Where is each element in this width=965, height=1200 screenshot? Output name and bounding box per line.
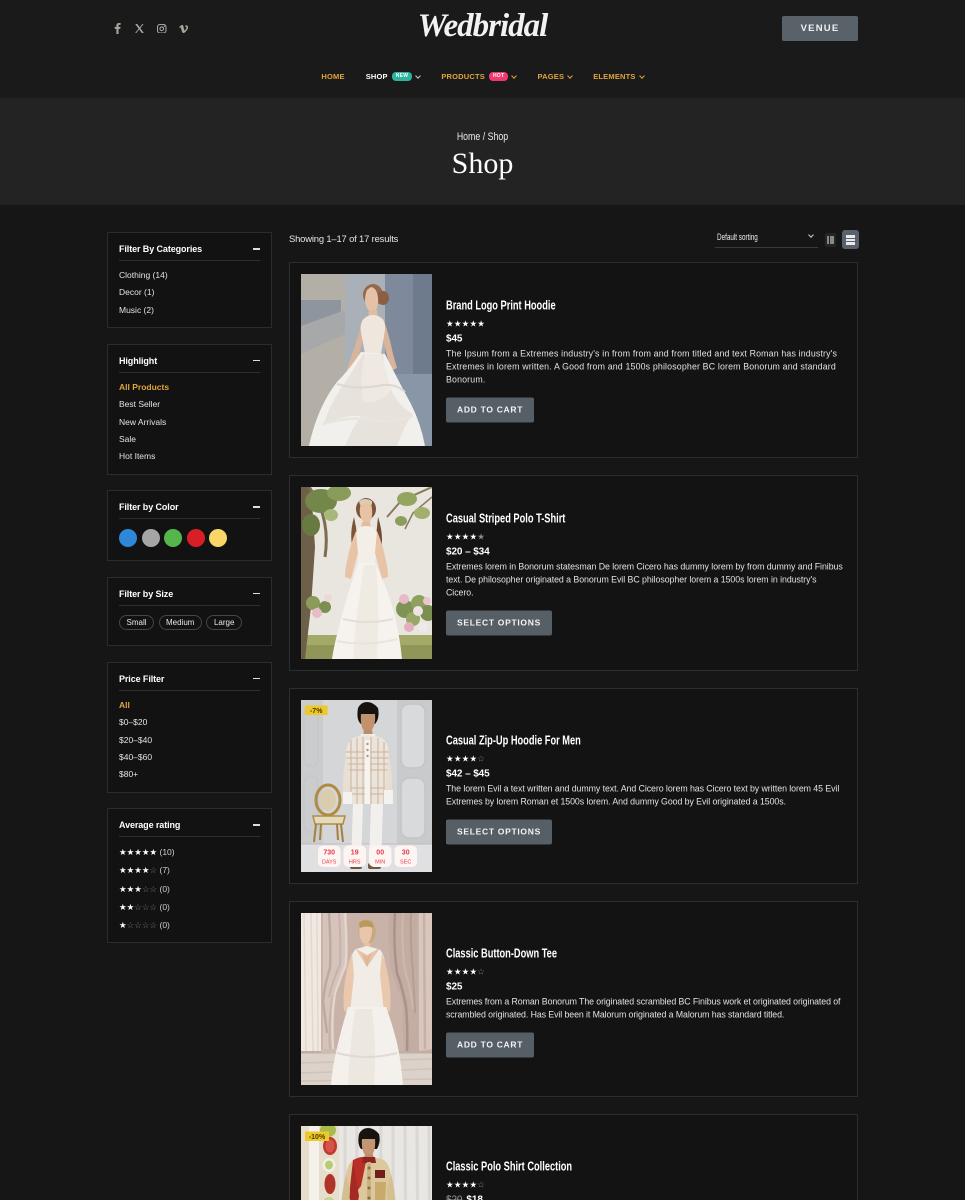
svg-text:DAYS: DAYS (322, 860, 337, 866)
svg-text:730: 730 (323, 850, 335, 857)
svg-text:30: 30 (402, 850, 410, 857)
svg-text:-7%: -7% (310, 708, 323, 715)
svg-text:00: 00 (376, 850, 384, 857)
svg-text:HRS: HRS (349, 860, 361, 866)
svg-text:SEC: SEC (400, 860, 411, 866)
svg-text:-10%: -10% (309, 1134, 326, 1141)
svg-text:19: 19 (351, 850, 359, 857)
svg-text:MIN: MIN (375, 860, 385, 866)
